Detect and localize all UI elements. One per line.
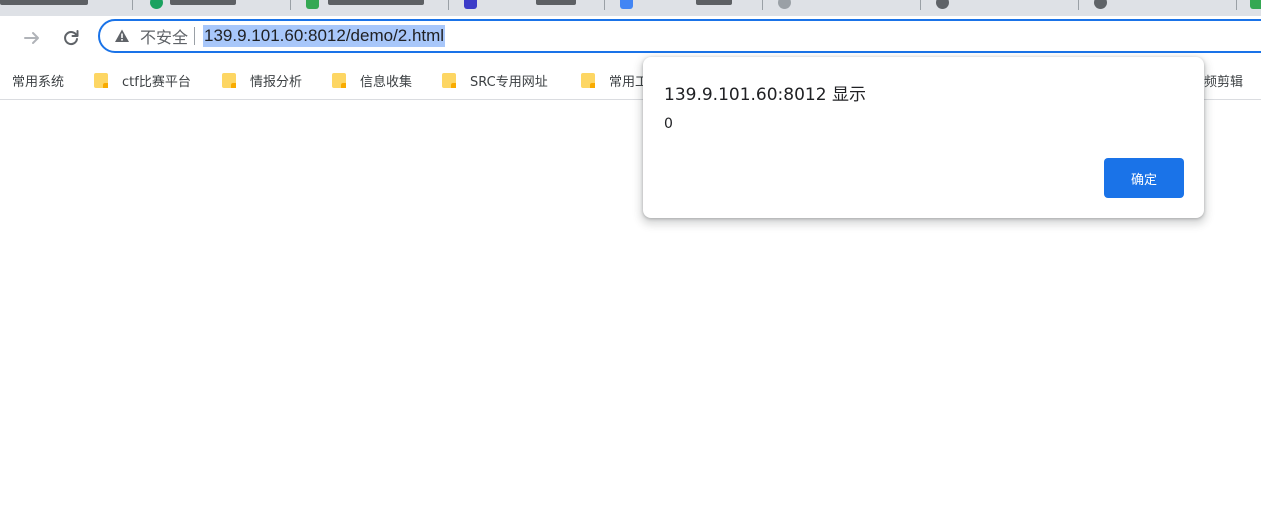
tab-separator — [1236, 0, 1237, 10]
tab-separator — [132, 0, 133, 10]
bookmark-folder[interactable]: 信息收集 — [332, 70, 412, 90]
tab-favicon-icon — [778, 0, 791, 9]
forward-button[interactable] — [16, 22, 48, 54]
ok-button[interactable]: 确定 — [1104, 158, 1184, 198]
tab-title-fragment[interactable] — [536, 0, 576, 5]
tab-favicon-icon — [306, 0, 319, 9]
tab-separator — [1078, 0, 1079, 10]
reload-icon — [64, 30, 79, 46]
bookmark-label: ctf比赛平台 — [122, 74, 191, 90]
reload-button[interactable] — [55, 22, 87, 54]
tab-separator — [920, 0, 921, 10]
tab-strip — [0, 0, 1261, 16]
bookmark-label: SRC专用网址 — [470, 74, 548, 90]
warning-triangle-icon[interactable] — [114, 28, 130, 44]
omnibox-divider — [194, 27, 196, 45]
bookmark-folder[interactable]: SRC专用网址 — [442, 70, 548, 90]
tab-separator — [762, 0, 763, 10]
tab-favicon-icon — [620, 0, 633, 9]
folder-icon — [94, 72, 108, 88]
folder-icon — [222, 72, 236, 88]
tab-title-fragment[interactable] — [0, 0, 88, 5]
tab-separator — [290, 0, 291, 10]
security-status-label[interactable]: 不安全 — [140, 24, 188, 48]
tab-favicon-icon — [150, 0, 163, 9]
folder-icon — [581, 72, 595, 88]
folder-icon — [442, 72, 456, 88]
tab-favicon-icon — [464, 0, 477, 9]
bookmark-folder[interactable]: 情报分析 — [222, 70, 302, 90]
tab-separator — [448, 0, 449, 10]
bookmark-label: 常用系统 — [12, 74, 65, 90]
bookmark-item[interactable]: 常用系统 — [12, 70, 64, 90]
bookmark-label: 情报分析 — [250, 74, 303, 90]
alert-dialog: 139.9.101.60:8012 显示 0 确定 — [643, 57, 1204, 218]
alert-title: 139.9.101.60:8012 显示 — [664, 85, 866, 105]
bookmark-folder[interactable]: 常用工 — [581, 70, 648, 90]
bookmark-folder[interactable]: ctf比赛平台 — [94, 70, 191, 90]
address-bar[interactable]: 不安全 139.9.101.60:8012/demo/2.html — [98, 19, 1261, 53]
tab-title-fragment[interactable] — [696, 0, 732, 5]
bookmark-label: 频剪辑 — [1204, 74, 1244, 90]
bookmark-label: 信息收集 — [360, 74, 413, 90]
tab-title-fragment[interactable] — [170, 0, 236, 5]
url-text[interactable]: 139.9.101.60:8012/demo/2.html — [203, 25, 446, 47]
tab-favicon-icon — [936, 0, 949, 9]
arrow-right-icon — [24, 32, 39, 44]
tab-favicon-icon — [1250, 0, 1261, 9]
browser-toolbar: 不安全 139.9.101.60:8012/demo/2.html — [0, 16, 1261, 60]
tab-favicon-icon — [1094, 0, 1107, 9]
alert-message: 0 — [664, 116, 673, 132]
bookmark-item[interactable]: 频剪辑 — [1204, 70, 1243, 90]
tab-separator — [604, 0, 605, 10]
folder-icon — [332, 72, 346, 88]
tab-title-fragment[interactable] — [328, 0, 424, 5]
